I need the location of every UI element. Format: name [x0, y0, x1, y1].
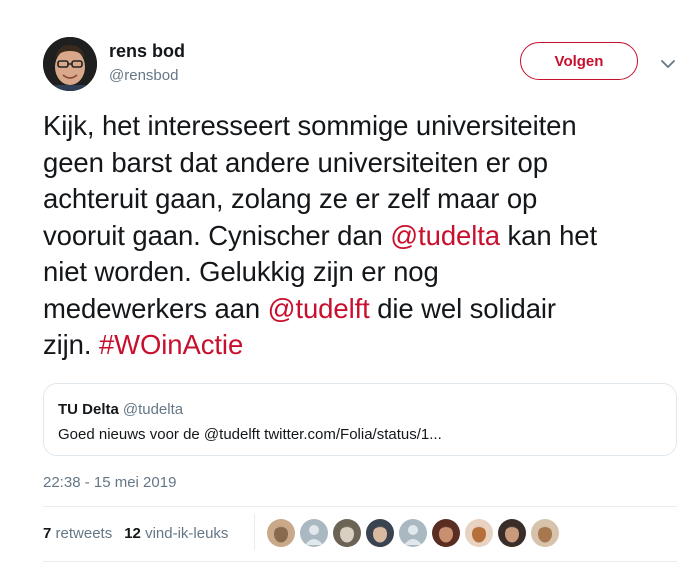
tweet-stats: 7 retweets 12 vind-ik-leuks — [43, 525, 228, 542]
tweet-text-segment: achteruit gaan, zolang ze er zelf maar o… — [43, 183, 538, 214]
stats-separator — [254, 514, 255, 550]
avatar-default[interactable] — [398, 518, 428, 548]
tweet-timestamp[interactable]: 22:38 - 15 mei 2019 — [43, 474, 176, 491]
quoted-tweet-name: TU Delta — [58, 401, 119, 418]
author-handle[interactable]: @rensbod — [109, 67, 178, 84]
likes-count: 12 — [124, 525, 141, 542]
tweet-text-segment: medewerkers aan — [43, 292, 268, 324]
tweet-text-segment: kan het — [499, 219, 598, 251]
tweet-text: Kijk, het interesseert sommige universit… — [43, 108, 683, 364]
avatar-default[interactable] — [299, 518, 329, 548]
author-name[interactable]: rens bod — [109, 41, 185, 62]
quoted-tweet-author: TU Delta @tudelta — [58, 401, 183, 418]
chevron-down-icon[interactable] — [661, 56, 675, 68]
tweet-text-line: Kijk, het interesseert sommige universit… — [43, 108, 683, 145]
likes-stat[interactable]: 12 vind-ik-leuks — [124, 525, 228, 542]
author-avatar[interactable] — [43, 37, 97, 91]
mention-link[interactable]: @tudelta — [390, 220, 500, 251]
quoted-tweet[interactable]: TU Delta @tudelta Goed nieuws voor de @tu… — [43, 383, 677, 456]
mention-link[interactable]: @tudelft — [268, 293, 370, 324]
avatar-man-dark-hair[interactable] — [431, 518, 461, 548]
tweet-text-line: vooruit gaan. Cynischer dan @tudelta kan… — [43, 218, 683, 255]
quoted-tweet-text: Goed nieuws voor de @tudelft twitter.com… — [58, 426, 442, 443]
tweet-text-line: zijn. #WOinActie — [43, 327, 683, 364]
retweets-stat[interactable]: 7 retweets — [43, 525, 112, 542]
hashtag-link[interactable]: #WOinActie — [99, 329, 243, 360]
tweet-text-segment: die wel solidair — [369, 292, 556, 324]
tweet-text-line: achteruit gaan, zolang ze er zelf maar o… — [43, 181, 683, 218]
likes-label: vind-ik-leuks — [145, 525, 229, 542]
retweets-label: retweets — [55, 525, 113, 542]
tweet-text-line: geen barst dat andere universiteiten er … — [43, 145, 683, 182]
avatar-man-beard[interactable] — [497, 518, 527, 548]
tweet-text-segment: Kijk, het interesseert sommige universit… — [43, 110, 577, 141]
tweet-text-segment: geen barst dat andere universiteiten er … — [43, 146, 548, 178]
avatar-woman-blonde[interactable] — [266, 518, 296, 548]
avatar-man-glasses[interactable] — [365, 518, 395, 548]
divider — [43, 506, 677, 507]
tweet-text-segment: niet worden. Gelukkig zijn er nog — [43, 256, 439, 287]
tweet-text-line: niet worden. Gelukkig zijn er nog — [43, 254, 683, 291]
tweet-text-line: medewerkers aan @tudelft die wel solidai… — [43, 291, 683, 328]
quoted-tweet-handle: @tudelta — [122, 401, 184, 418]
avatar-group-photo[interactable] — [332, 518, 362, 548]
tweet-text-segment: zijn. — [43, 329, 99, 360]
divider — [43, 561, 677, 562]
retweets-count: 7 — [43, 525, 52, 542]
follow-button[interactable]: Volgen — [520, 42, 638, 80]
tweet-text-segment: vooruit gaan. Cynischer dan — [43, 219, 391, 251]
avatar-woman-red-hair[interactable] — [464, 518, 494, 548]
tweet-card: rens bod @rensbod Volgen Kijk, het inter… — [0, 0, 698, 570]
avatar-woman-light[interactable] — [530, 518, 560, 548]
